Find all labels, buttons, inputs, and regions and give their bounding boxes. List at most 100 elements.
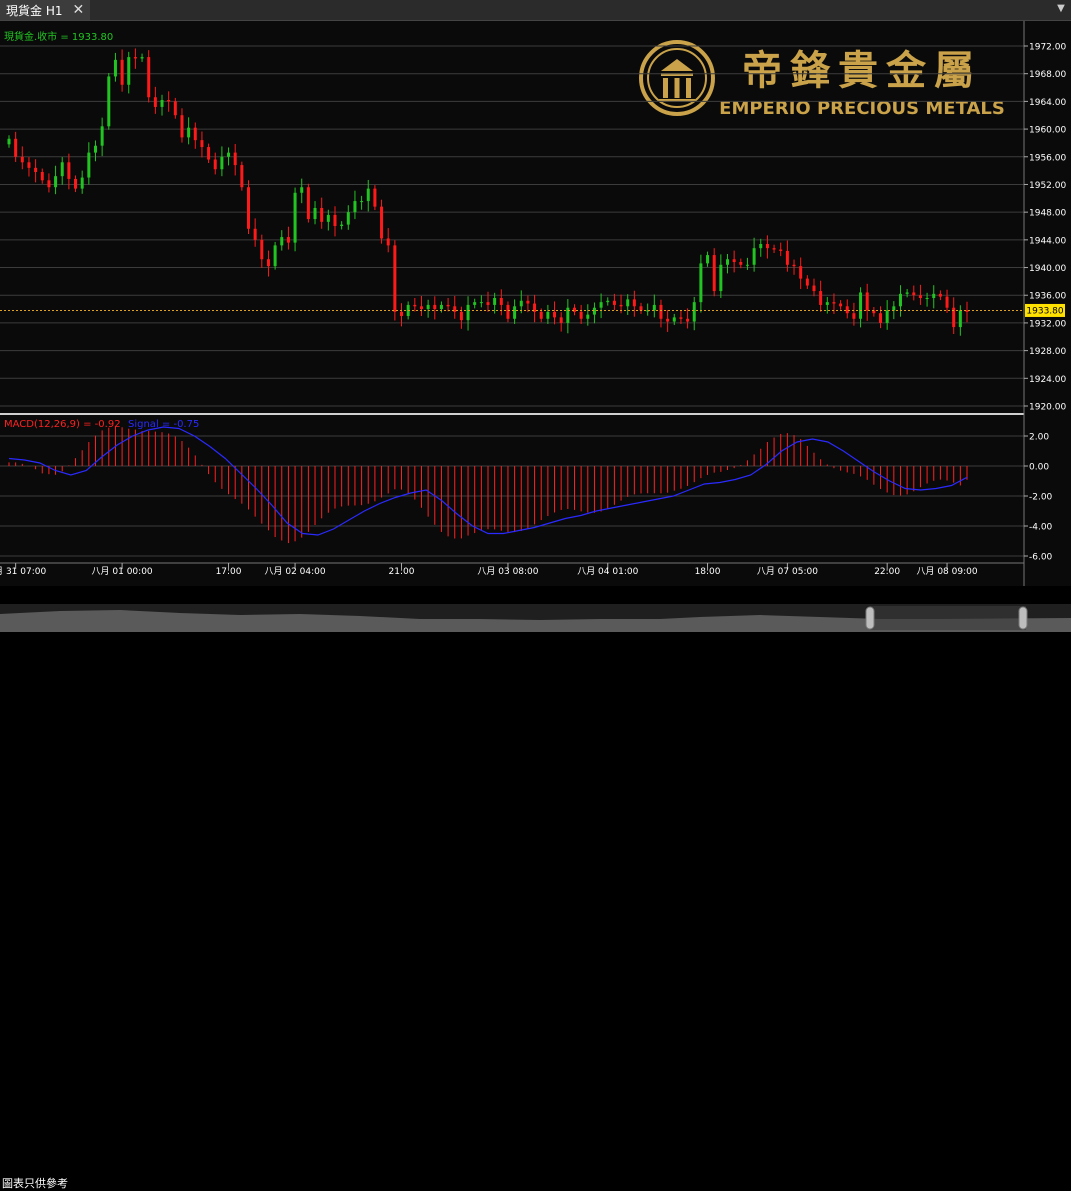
candle <box>20 146 24 170</box>
macd-axis[interactable]: 2.00 0.00 -2.00 -4.00 -6.00 <box>1024 433 1053 563</box>
candle <box>872 307 876 317</box>
scroll-thumb[interactable] <box>870 606 1026 630</box>
candle <box>905 289 909 298</box>
candle <box>772 244 776 253</box>
price-tick-label: 1932.00 <box>1029 319 1066 329</box>
candle <box>280 230 284 251</box>
macd-tick-label: 0.00 <box>1029 463 1049 473</box>
candle <box>579 304 583 324</box>
candle <box>958 305 962 336</box>
candle <box>559 312 563 332</box>
time-tick-label: 八月 02 04:00 <box>265 566 326 577</box>
candle <box>865 283 869 321</box>
candle <box>87 142 91 185</box>
candle <box>180 108 184 143</box>
candle <box>433 296 437 320</box>
price-axis[interactable]: 1972.00 1968.00 1964.00 1960.00 1956.00 1952.… <box>1024 43 1066 413</box>
candle <box>80 170 84 194</box>
tab-bar: 現貨金 H1 ✕ ▼ <box>0 0 1071 21</box>
candle <box>253 218 257 247</box>
candle <box>519 290 523 314</box>
chevron-down-icon[interactable]: ▼ <box>1055 3 1067 15</box>
candle <box>706 251 710 267</box>
candle <box>74 175 78 193</box>
candle <box>692 296 696 331</box>
price-tick-label: 1948.00 <box>1029 209 1066 219</box>
candle <box>765 235 769 259</box>
macd-tick-label: -4.00 <box>1029 523 1053 533</box>
candle <box>473 298 477 309</box>
candle <box>227 147 231 166</box>
candle <box>27 157 31 177</box>
candle <box>380 199 384 244</box>
time-axis[interactable]: 七月 31 07:00 八月 01 00:00 17:00 八月 02 04:00 21… <box>0 563 978 577</box>
close-icon[interactable]: ✕ <box>72 2 84 18</box>
candle <box>107 73 111 130</box>
candle <box>140 53 144 62</box>
time-tick-label: 八月 08 09:00 <box>916 566 977 577</box>
candle <box>446 298 450 312</box>
candle <box>127 51 131 94</box>
logo-chinese-text: 帝鋒貴金屬 <box>742 48 982 94</box>
scroll-handle-right[interactable] <box>1018 606 1028 630</box>
candle <box>745 257 749 270</box>
candle <box>679 310 683 324</box>
candle <box>453 295 457 319</box>
candle <box>732 250 736 273</box>
candle <box>945 289 949 313</box>
candle <box>839 300 843 310</box>
candle <box>413 298 417 312</box>
candle <box>812 278 816 297</box>
time-tick-label: 八月 01 00:00 <box>92 566 153 577</box>
candle <box>606 297 610 306</box>
candle <box>54 165 58 195</box>
scroll-handle-left[interactable] <box>865 606 875 630</box>
candle <box>313 201 317 225</box>
time-tick-label: 七月 31 07:00 <box>0 566 46 577</box>
candle <box>632 290 636 317</box>
price-tick-label: 1972.00 <box>1029 43 1066 53</box>
price-tick-label: 1928.00 <box>1029 347 1066 357</box>
candle <box>193 122 197 149</box>
candle <box>852 302 856 326</box>
candle <box>879 306 883 329</box>
candle <box>592 302 596 324</box>
candle <box>566 299 570 334</box>
candle <box>752 237 756 272</box>
candle <box>712 248 716 297</box>
current-price-label: 1933.80 <box>1026 306 1063 316</box>
chart-scrollbar[interactable] <box>0 604 1071 632</box>
price-tick-label: 1968.00 <box>1029 70 1066 80</box>
candle <box>147 50 151 103</box>
candle <box>599 293 603 319</box>
candle <box>938 290 942 301</box>
time-tick-label: 17:00 <box>216 567 242 577</box>
candle <box>699 254 703 313</box>
footer: 圖表只供參考 <box>0 586 1071 1190</box>
candle <box>113 52 117 82</box>
chart-area[interactable]: 帝鋒貴金屬 EMPERIO PRECIOUS METALS 1972.00 196… <box>0 21 1071 603</box>
candle <box>273 241 277 270</box>
macd-grid <box>0 435 1024 557</box>
candle <box>726 254 729 274</box>
price-tick-label: 1952.00 <box>1029 181 1066 191</box>
crest-icon <box>639 40 715 116</box>
candle <box>719 254 723 298</box>
time-tick-label: 21:00 <box>389 567 415 577</box>
price-series-label: 現貨金.收市 = 1933.80 <box>4 30 113 43</box>
candle <box>340 221 344 230</box>
macd-tick-label: 2.00 <box>1029 433 1049 443</box>
disclaimer-text: 圖表只供參考 <box>2 1177 68 1190</box>
candle <box>533 294 537 323</box>
candle <box>546 304 550 324</box>
candle <box>300 178 304 204</box>
time-tick-label: 八月 03 08:00 <box>477 566 538 577</box>
candle <box>553 301 557 325</box>
candle <box>153 86 157 114</box>
candle <box>213 152 217 175</box>
time-tick-label: 八月 07 05:00 <box>757 566 818 577</box>
candle <box>207 143 211 163</box>
candle <box>67 153 71 190</box>
tab-chart[interactable]: 現貨金 H1 ✕ <box>0 0 91 20</box>
macd-tick-label: -6.00 <box>1029 553 1053 563</box>
